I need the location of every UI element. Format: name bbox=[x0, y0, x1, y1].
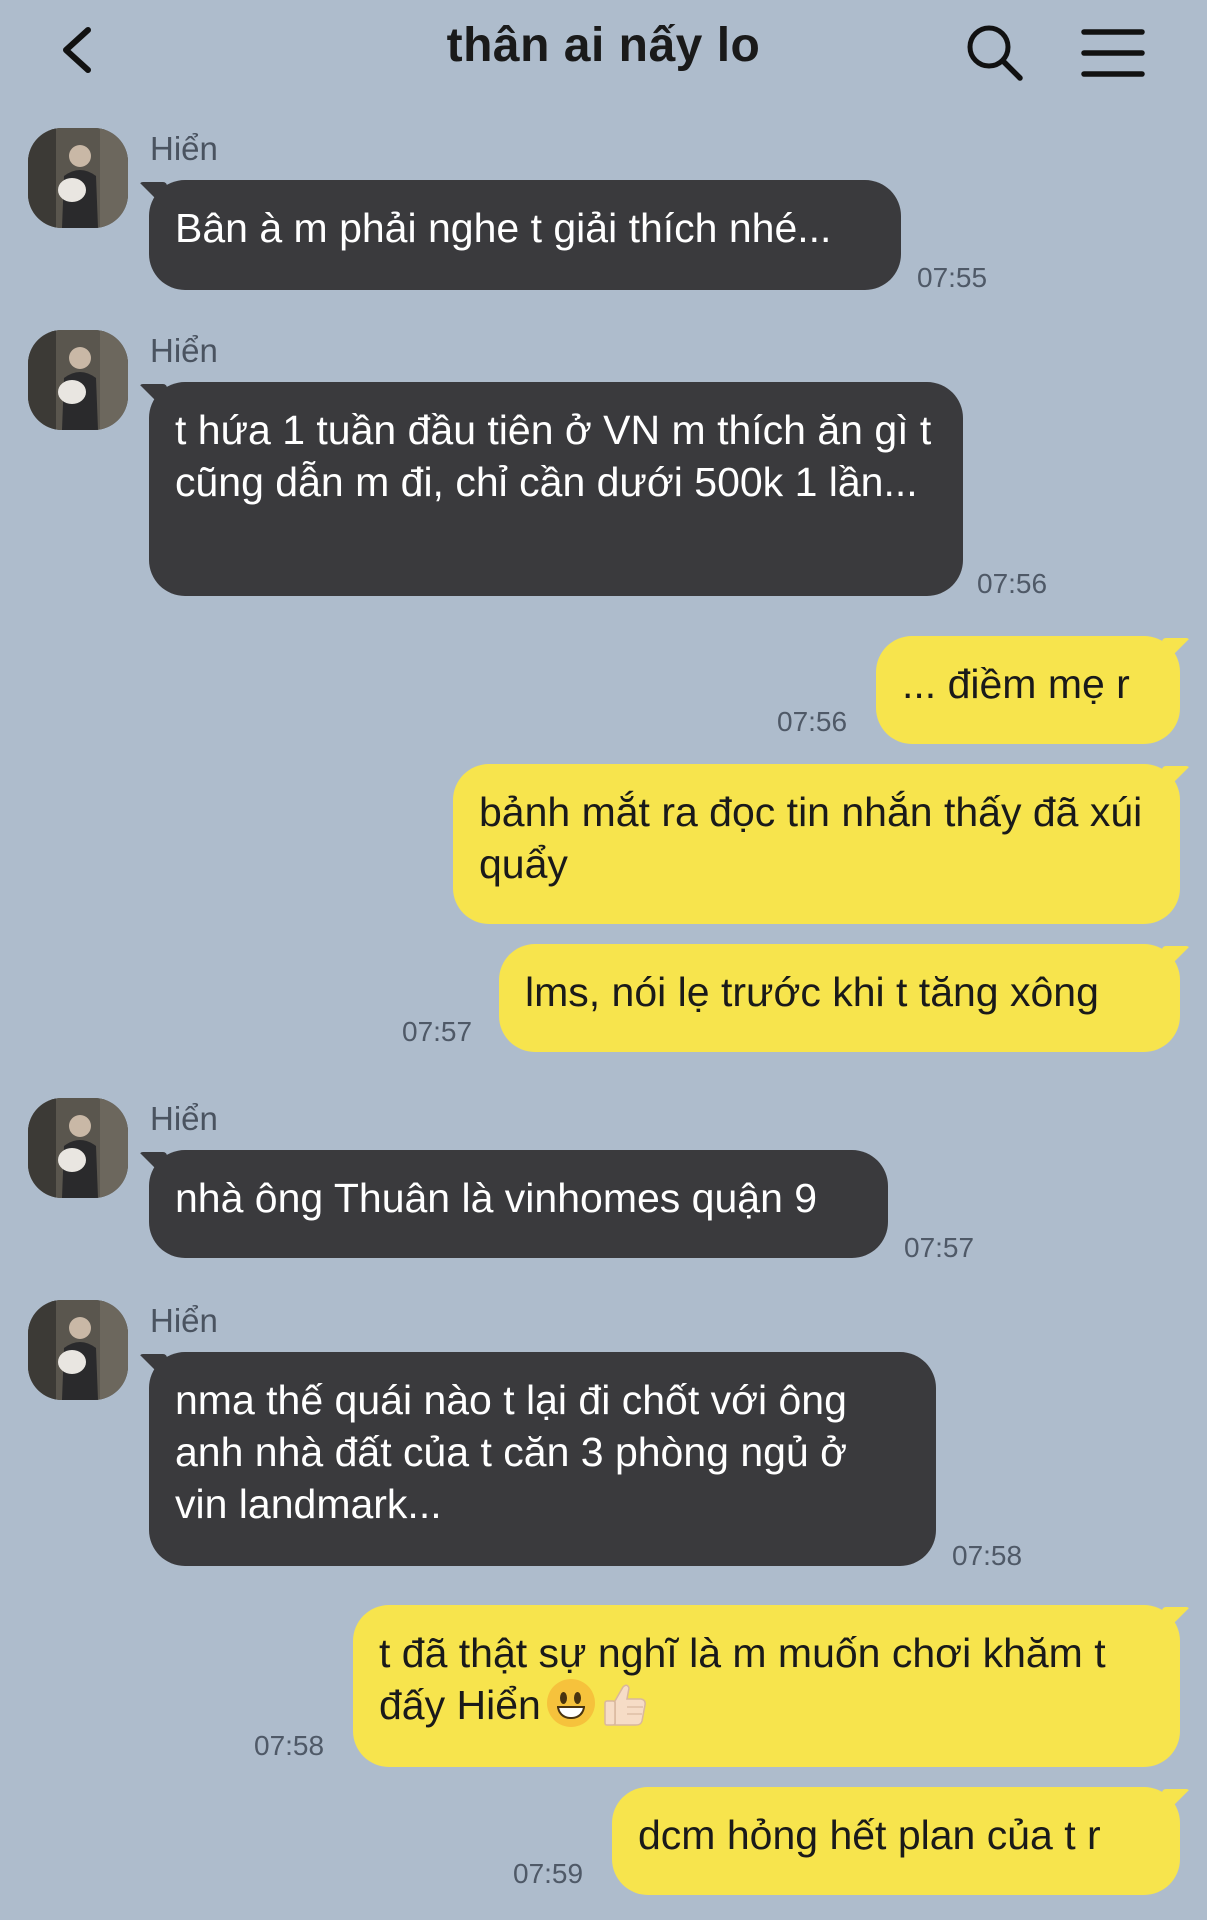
message-bubble-outgoing[interactable]: ... điềm mẹ r bbox=[876, 636, 1180, 744]
message-bubble-outgoing[interactable]: lms, nói lẹ trước khi t tăng xông bbox=[499, 944, 1180, 1052]
avatar[interactable] bbox=[28, 330, 128, 430]
grinning-face-emoji bbox=[546, 1679, 595, 1727]
message-timestamp: 07:58 bbox=[254, 1730, 325, 1761]
search-button[interactable] bbox=[960, 18, 1030, 88]
message-timestamp: 07:58 bbox=[952, 1540, 1023, 1571]
sender-name: Hiển bbox=[150, 1100, 218, 1137]
message-timestamp: 07:56 bbox=[777, 706, 848, 737]
chat-header: thân ai nấy lo bbox=[0, 0, 1207, 100]
message-bubble-incoming[interactable]: t hứa 1 tuần đầu tiên ở VN m thích ăn gì… bbox=[149, 382, 963, 596]
message-timestamp: 07:55 bbox=[917, 262, 988, 293]
message-timestamp: 07:56 bbox=[977, 568, 1048, 599]
avatar[interactable] bbox=[28, 1098, 128, 1198]
message-bubble-incoming[interactable]: nma thế quái nào t lại đi chốt với ông a… bbox=[149, 1352, 936, 1566]
thumbs-up-emoji bbox=[604, 1684, 646, 1726]
sender-name: Hiển bbox=[150, 1302, 218, 1339]
menu-button[interactable] bbox=[1078, 22, 1148, 84]
avatar[interactable] bbox=[28, 128, 128, 228]
avatar-photo bbox=[28, 1098, 128, 1198]
avatar-photo bbox=[28, 330, 128, 430]
sender-name: Hiển bbox=[150, 332, 218, 369]
message-timestamp: 07:57 bbox=[904, 1232, 975, 1263]
message-bubble-outgoing[interactable]: dcm hỏng hết plan của t r bbox=[612, 1787, 1180, 1895]
avatar[interactable] bbox=[28, 1300, 128, 1400]
search-icon bbox=[967, 25, 1023, 81]
hamburger-menu-icon bbox=[1081, 29, 1145, 77]
message-bubble-outgoing[interactable]: t đã thật sự nghĩ là m muốn chơi khăm t … bbox=[353, 1605, 1180, 1767]
message-bubble-outgoing[interactable]: bảnh mắt ra đọc tin nhắn thấy đã xúi quẩ… bbox=[453, 764, 1180, 924]
message-bubble-incoming[interactable]: Bân à m phải nghe t giải thích nhé... bbox=[149, 180, 901, 290]
avatar-photo bbox=[28, 128, 128, 228]
message-timestamp: 07:59 bbox=[513, 1858, 584, 1889]
message-timestamp: 07:57 bbox=[402, 1016, 473, 1047]
message-text: t đã thật sự nghĩ là m muốn chơi khăm t … bbox=[379, 1630, 1118, 1728]
sender-name: Hiển bbox=[150, 130, 218, 167]
message-bubble-incoming[interactable]: nhà ông Thuân là vinhomes quận 9 bbox=[149, 1150, 888, 1258]
avatar-photo bbox=[28, 1300, 128, 1400]
